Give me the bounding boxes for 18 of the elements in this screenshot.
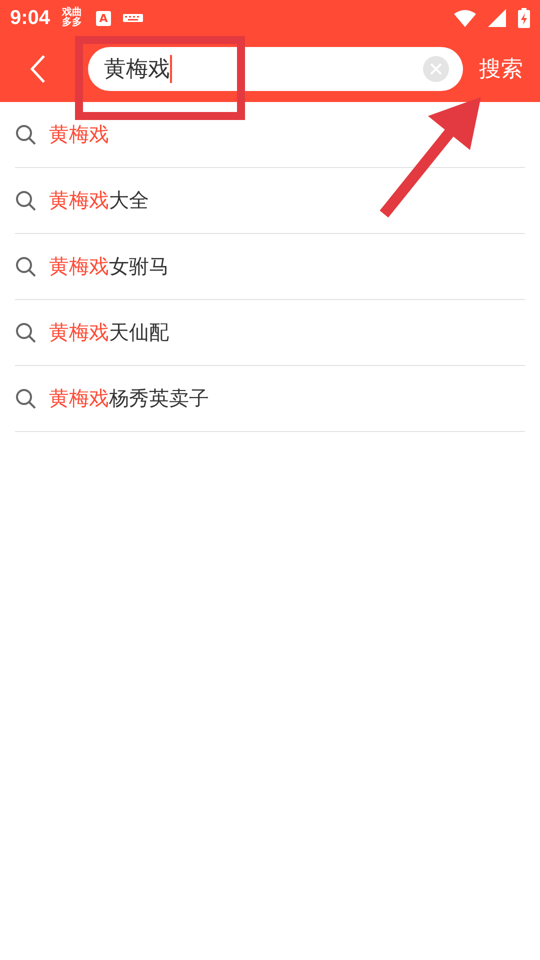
- signal-icon: [488, 9, 506, 27]
- search-icon: [15, 322, 37, 344]
- suggestion-item[interactable]: 黄梅戏女驸马: [15, 234, 525, 300]
- battery-icon: [518, 8, 530, 28]
- back-icon[interactable]: [30, 54, 46, 84]
- input-method-icon: A: [96, 10, 112, 26]
- suggestion-item[interactable]: 黄梅戏杨秀英卖子: [15, 366, 525, 432]
- keyboard-icon: [123, 12, 144, 24]
- search-field[interactable]: 黄梅戏: [88, 47, 463, 91]
- suggestion-item[interactable]: 黄梅戏天仙配: [15, 300, 525, 366]
- wifi-icon: [454, 9, 476, 27]
- app-notification-icon: 戏曲多多: [62, 8, 84, 28]
- status-time: 9:04: [10, 6, 50, 30]
- suggestion-item[interactable]: 黄梅戏大全: [15, 168, 525, 234]
- search-icon: [15, 388, 37, 410]
- search-icon: [15, 190, 37, 212]
- search-icon: [15, 124, 37, 146]
- search-icon: [15, 256, 37, 278]
